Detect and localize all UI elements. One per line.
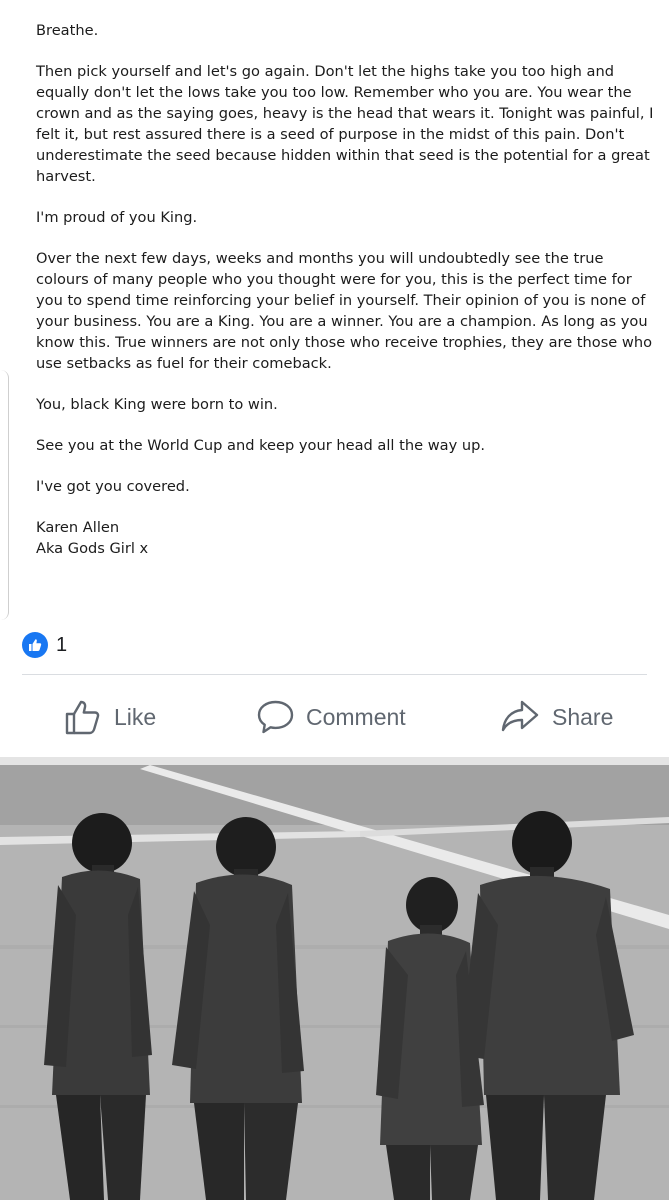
share-arrow-icon bbox=[501, 700, 539, 732]
post-text: Breathe. Then pick yourself and let's go… bbox=[36, 20, 656, 559]
signature-alias: Aka Gods Girl x bbox=[36, 540, 149, 557]
team-photo[interactable] bbox=[0, 765, 669, 1200]
post-paragraph: Breathe. bbox=[36, 22, 99, 39]
post-actions: Like Comment Share bbox=[0, 690, 669, 744]
comment-icon bbox=[257, 700, 294, 733]
facebook-post: Breathe. Then pick yourself and let's go… bbox=[0, 0, 669, 757]
reaction-count: 1 bbox=[56, 633, 68, 656]
photo-illustration bbox=[0, 765, 669, 1200]
thumbs-up-icon bbox=[65, 700, 100, 735]
like-reaction-icon bbox=[22, 632, 48, 658]
post-paragraph: I'm proud of you King. bbox=[36, 209, 198, 226]
post-separator bbox=[0, 757, 669, 765]
post-paragraph: Over the next few days, weeks and months… bbox=[36, 250, 653, 372]
divider bbox=[22, 674, 647, 675]
share-button[interactable]: Share bbox=[500, 690, 613, 744]
comment-button[interactable]: Comment bbox=[257, 690, 406, 744]
like-label: Like bbox=[114, 703, 157, 730]
post-paragraph: You, black King were born to win. bbox=[36, 396, 278, 413]
signature-name: Karen Allen bbox=[36, 519, 120, 536]
reaction-summary[interactable]: 1 bbox=[22, 632, 67, 658]
post-paragraph: I've got you covered. bbox=[36, 478, 190, 495]
post-paragraph: See you at the World Cup and keep your h… bbox=[36, 437, 486, 454]
comment-label: Comment bbox=[306, 703, 406, 730]
share-label: Share bbox=[552, 703, 614, 730]
like-button[interactable]: Like bbox=[64, 690, 156, 744]
post-paragraph: Then pick yourself and let's go again. D… bbox=[36, 63, 654, 185]
side-panel-edge bbox=[0, 370, 9, 620]
